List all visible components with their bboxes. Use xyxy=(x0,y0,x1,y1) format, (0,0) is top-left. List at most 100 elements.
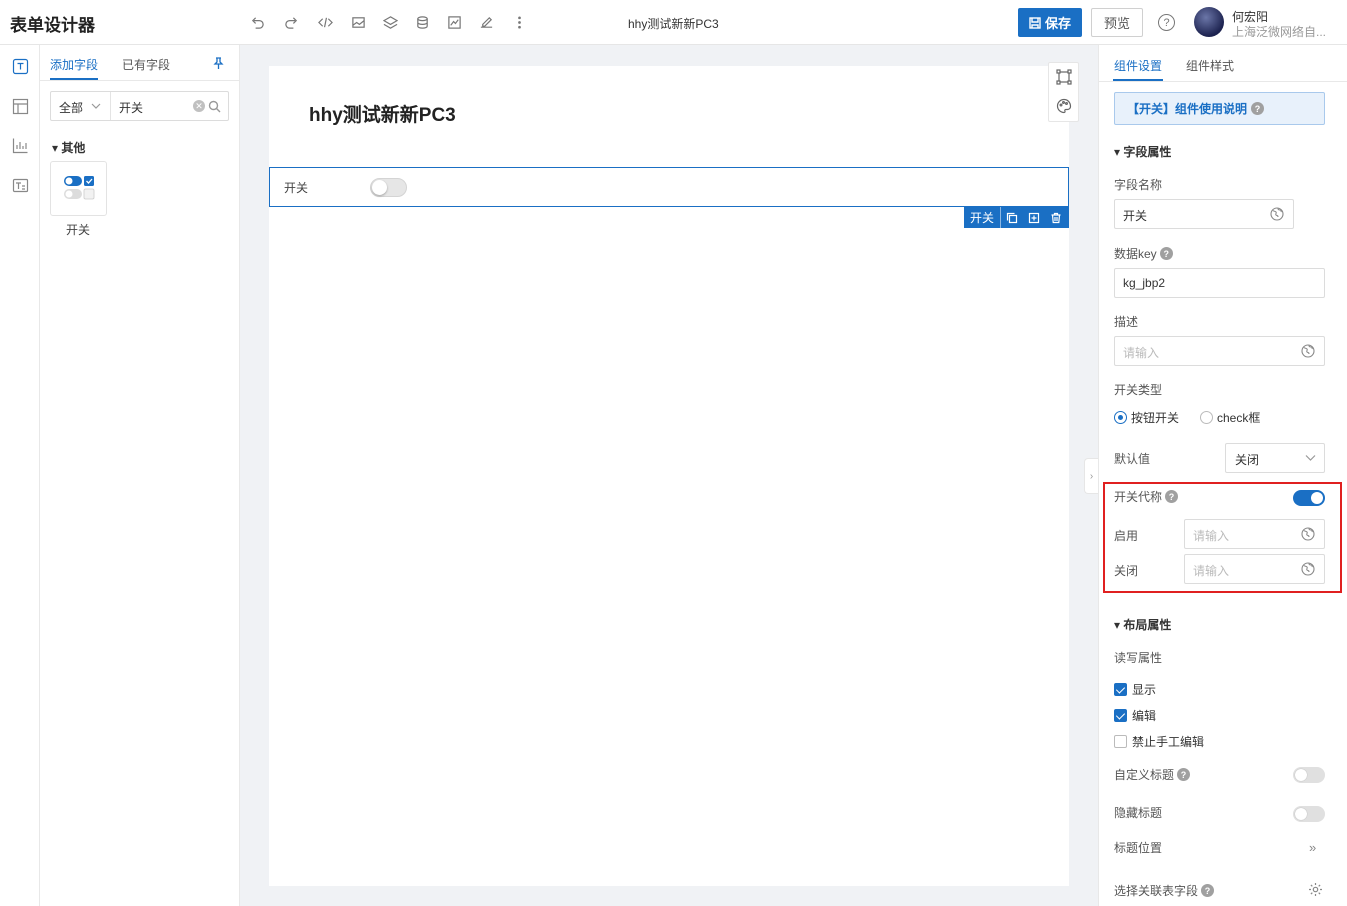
switch-alias-toggle[interactable] xyxy=(1293,490,1325,506)
checkbox-label: 禁止手工编辑 xyxy=(1132,735,1205,749)
avatar[interactable] xyxy=(1194,7,1224,37)
globe-icon[interactable] xyxy=(1301,527,1315,541)
usage-notice-link[interactable]: 【开关】组件使用说明 ? xyxy=(1114,92,1325,125)
select-frame-icon[interactable] xyxy=(1056,69,1072,85)
tab-add-field[interactable]: 添加字段 xyxy=(50,56,98,73)
globe-icon[interactable] xyxy=(1270,207,1284,221)
help-icon[interactable]: ? xyxy=(1158,14,1175,31)
search-input[interactable]: 开关 xyxy=(119,99,143,116)
left-rail xyxy=(0,45,40,906)
delete-icon[interactable] xyxy=(1045,207,1067,228)
text-box-icon[interactable] xyxy=(12,177,29,194)
field-name-label: 字段名称 xyxy=(1114,178,1163,192)
question-icon[interactable]: ? xyxy=(1201,884,1215,897)
checkbox-show[interactable]: 显示 xyxy=(1114,681,1156,698)
layout-icon[interactable] xyxy=(12,98,29,115)
tab-component-settings[interactable]: 组件设置 xyxy=(1114,57,1162,74)
default-value-text: 关闭 xyxy=(1235,453,1260,467)
app-title: 表单设计器 xyxy=(10,16,95,35)
text-field-icon[interactable] xyxy=(12,58,29,75)
usage-notice-text: 【开关】组件使用说明 xyxy=(1127,102,1248,116)
tab-existing-fields[interactable]: 已有字段 xyxy=(122,56,170,73)
field-name-input[interactable]: 开关 xyxy=(1114,199,1294,229)
default-value-select[interactable]: 关闭 xyxy=(1225,443,1325,473)
globe-icon[interactable] xyxy=(1301,562,1315,576)
switch-component-card[interactable] xyxy=(50,161,107,216)
layers-icon[interactable] xyxy=(382,14,398,30)
canvas-float-tools xyxy=(1048,62,1079,122)
search-category-select[interactable]: 全部 xyxy=(59,99,83,116)
switch-toggle[interactable] xyxy=(370,178,407,197)
custom-title-label: 自定义标题 ? xyxy=(1114,766,1191,783)
field-section-label: 字段属性 xyxy=(1123,145,1172,159)
tab-component-style[interactable]: 组件样式 xyxy=(1186,57,1234,74)
preview-button[interactable]: 预览 xyxy=(1091,8,1143,37)
collapse-panel-handle[interactable]: › xyxy=(1084,458,1098,494)
link-field-label-text: 选择关联表字段 xyxy=(1114,884,1199,898)
document-title: hhy测试新新PC3 xyxy=(628,17,719,31)
selected-switch-field[interactable]: 开关 xyxy=(269,167,1069,207)
stats-icon[interactable] xyxy=(12,137,29,154)
hide-title-label: 隐藏标题 xyxy=(1114,806,1163,820)
form-designer-app: 表单设计器 hhy测试新新PC3 保存 预览 ? 何宏阳 上海泛微网络自... … xyxy=(0,0,1347,906)
read-write-label: 读写属性 xyxy=(1114,651,1163,665)
custom-title-toggle[interactable] xyxy=(1293,767,1325,783)
save-button[interactable]: 保存 xyxy=(1018,8,1082,37)
field-toolbar-label: 开关 xyxy=(964,207,1002,228)
field-search: 全部 开关 ✕ xyxy=(50,91,229,121)
field-attributes-section[interactable]: ▾ 字段属性 xyxy=(1114,143,1171,160)
radio-dot xyxy=(1114,411,1127,424)
gear-icon[interactable] xyxy=(1308,882,1323,897)
database-icon[interactable] xyxy=(414,14,430,30)
question-icon[interactable]: ? xyxy=(1165,490,1179,503)
save-button-label: 保存 xyxy=(1044,16,1071,31)
question-icon[interactable]: ? xyxy=(1159,247,1173,260)
on-alias-placeholder: 请输入 xyxy=(1193,529,1230,543)
question-icon: ? xyxy=(1251,102,1265,115)
data-key-label-text: 数据key xyxy=(1114,247,1157,261)
layout-attributes-section[interactable]: ▾ 布局属性 xyxy=(1114,616,1171,633)
on-alias-input[interactable]: 请输入 xyxy=(1184,519,1325,549)
on-alias-label: 启用 xyxy=(1114,529,1139,543)
default-value-label: 默认值 xyxy=(1114,452,1151,466)
switch-alias-label: 开关代称 ? xyxy=(1114,488,1179,505)
more-icon[interactable] xyxy=(511,14,527,30)
hide-title-toggle[interactable] xyxy=(1293,806,1325,822)
form-title[interactable]: hhy测试新新PC3 xyxy=(309,100,456,127)
globe-icon[interactable] xyxy=(1301,344,1315,358)
data-key-label: 数据key ? xyxy=(1114,245,1173,262)
user-org: 上海泛微网络自... xyxy=(1232,25,1327,39)
chevron-down-icon[interactable] xyxy=(91,102,101,110)
divider xyxy=(40,80,239,81)
pin-icon[interactable] xyxy=(212,57,225,70)
double-chevron-right-icon[interactable]: » xyxy=(1309,840,1316,855)
data-key-input[interactable]: kg_jbp2 xyxy=(1114,268,1325,298)
copy-icon[interactable] xyxy=(1001,207,1023,228)
image-icon[interactable] xyxy=(350,14,366,30)
divider xyxy=(110,92,111,120)
radio-label: 按钮开关 xyxy=(1131,411,1180,425)
clear-icon[interactable]: ✕ xyxy=(193,100,205,112)
field-toolbar: 开关 xyxy=(964,207,1069,228)
add-icon[interactable] xyxy=(1023,207,1045,228)
palette-icon[interactable] xyxy=(1056,98,1072,114)
checkbox-no-manual-edit[interactable]: 禁止手工编辑 xyxy=(1114,733,1204,750)
field-label: 开关 xyxy=(284,181,309,195)
undo-icon[interactable] xyxy=(249,14,265,30)
switch-alias-label-text: 开关代称 xyxy=(1114,490,1163,504)
radio-button-switch[interactable]: 按钮开关 xyxy=(1114,409,1179,426)
redo-icon[interactable] xyxy=(283,14,299,30)
question-icon[interactable]: ? xyxy=(1177,768,1191,781)
chart-icon[interactable] xyxy=(446,14,462,30)
checkbox-edit[interactable]: 编辑 xyxy=(1114,707,1156,724)
checkbox-box xyxy=(1114,735,1127,748)
radio-checkbox[interactable]: check框 xyxy=(1200,409,1260,426)
search-icon[interactable] xyxy=(208,100,221,113)
switch-component-icon xyxy=(64,176,95,200)
radio-dot xyxy=(1200,411,1213,424)
group-title[interactable]: ▾ 其他 xyxy=(52,139,85,156)
edit-icon[interactable] xyxy=(478,14,494,30)
code-icon[interactable] xyxy=(317,14,333,30)
off-alias-input[interactable]: 请输入 xyxy=(1184,554,1325,584)
description-input[interactable]: 请输入 xyxy=(1114,336,1325,366)
